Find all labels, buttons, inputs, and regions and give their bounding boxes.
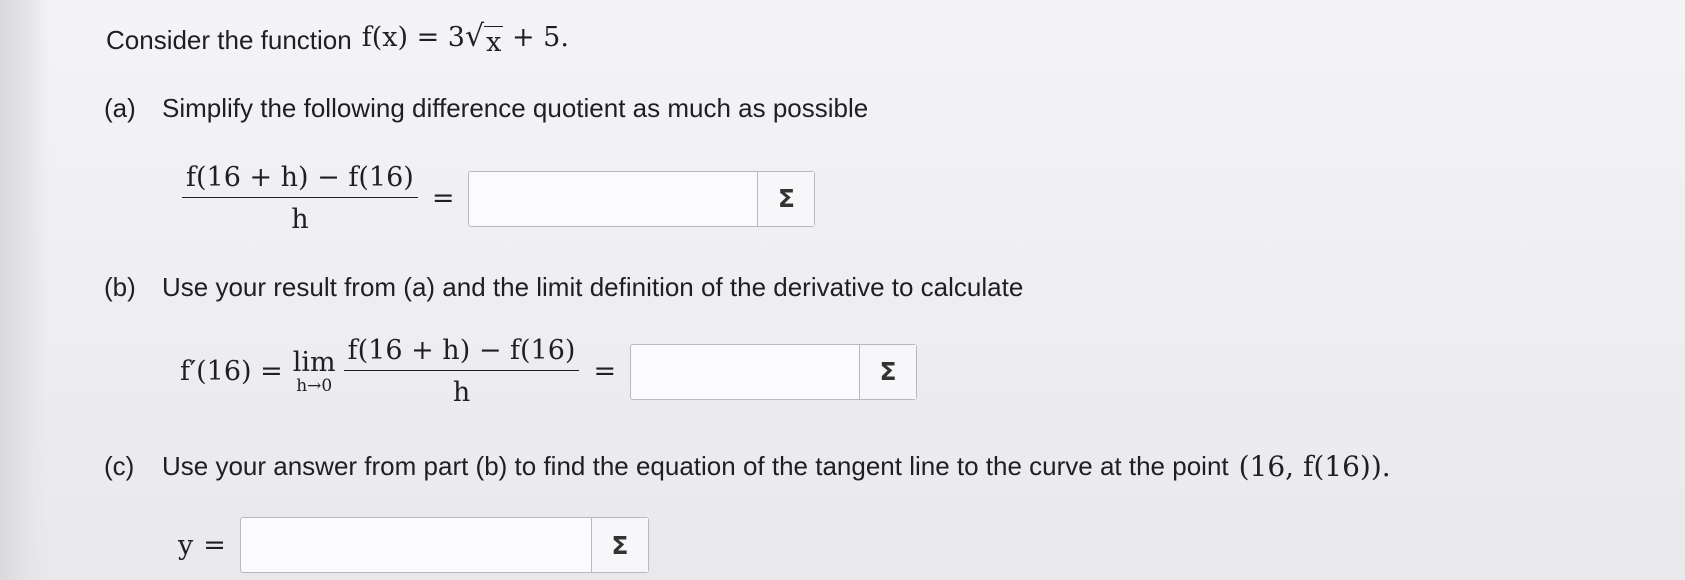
part-b-label: (b)	[104, 272, 136, 302]
fraction-denominator: h	[291, 204, 309, 235]
part-b-answer-box: Σ	[630, 343, 918, 400]
part-a-answer-box: Σ	[468, 170, 816, 227]
difference-quotient: f(16 + h) − f(16) h	[182, 162, 418, 235]
sigma-icon[interactable]: Σ	[757, 171, 815, 226]
fraction-denominator: h	[452, 377, 471, 408]
part-b-heading: (b) Use your result from (a) and the lim…	[104, 272, 1023, 303]
equals-sign: =	[203, 529, 226, 561]
limit-word: lim	[292, 347, 336, 378]
fraction-numerator: f(16 + h) − f(16)	[182, 162, 418, 198]
part-c-label: (c)	[104, 451, 135, 481]
sqrt-argument: x	[484, 26, 504, 58]
part-c-answer-input[interactable]	[240, 518, 591, 572]
derivative-lhs: f′(16) =	[180, 356, 283, 387]
part-c-answer-box: Σ	[239, 517, 649, 573]
limit-subscript: h→0	[296, 376, 333, 396]
intro-text: Consider the function	[106, 24, 352, 55]
part-a-answer-input[interactable]	[469, 171, 758, 226]
problem-intro: Consider the function f(x) = 3 √ x + 5.	[106, 19, 569, 59]
page-edge-shadow	[0, 0, 50, 580]
part-a-heading: (a) Simplify the following difference qu…	[104, 93, 868, 124]
part-b-answer-input[interactable]	[631, 344, 860, 399]
function-tail: + 5.	[511, 22, 569, 53]
tangent-point: (16, f(16)).	[1238, 450, 1391, 483]
fraction-numerator: f(16 + h) − f(16)	[343, 335, 580, 371]
radical-sign: √	[464, 19, 485, 54]
difference-quotient: f(16 + h) − f(16) h	[343, 335, 580, 408]
part-b-instruction: Use your result from (a) and the limit d…	[162, 272, 1024, 302]
square-root: √ x	[464, 19, 504, 58]
part-a-expression: f(16 + h) − f(16) h = Σ	[182, 162, 816, 235]
equals-sign: =	[431, 183, 455, 214]
sigma-icon[interactable]: Σ	[590, 518, 648, 572]
part-c-heading: (c) Use your answer from part (b) to fin…	[104, 450, 1391, 483]
part-b-expression: f′(16) = lim h→0 f(16 + h) − f(16) h = Σ	[180, 335, 918, 408]
sigma-icon[interactable]: Σ	[859, 344, 917, 399]
function-lhs: f(x) = 3	[361, 22, 465, 53]
part-a-instruction: Simplify the following difference quotie…	[162, 93, 869, 123]
equals-sign: =	[593, 356, 617, 387]
y-variable: y	[178, 529, 194, 561]
part-a-label: (a)	[104, 93, 136, 123]
part-c-instruction: Use your answer from part (b) to find th…	[162, 451, 1229, 481]
limit-operator: lim h→0	[293, 347, 336, 396]
function-definition: f(x) = 3 √ x + 5.	[361, 19, 569, 59]
part-c-expression: y = Σ	[178, 517, 649, 573]
